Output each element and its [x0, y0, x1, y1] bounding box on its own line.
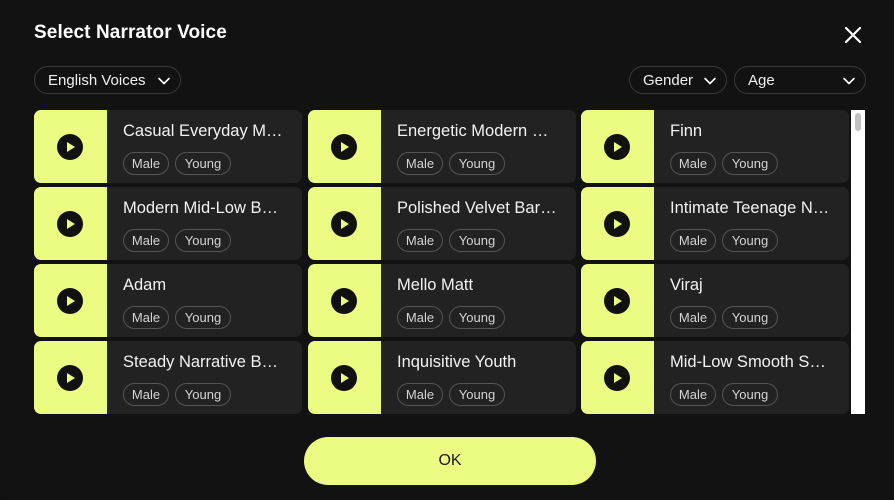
gender-tag: Male [670, 152, 716, 175]
chevron-down-icon [843, 77, 855, 85]
voice-name: Mid-Low Smooth S… [670, 353, 826, 371]
age-tag: Young [449, 383, 505, 406]
gender-tag: Male [397, 152, 443, 175]
gender-tag: Male [397, 383, 443, 406]
close-icon[interactable] [840, 22, 866, 48]
voice-card[interactable]: Inquisitive Youth Male Young [308, 341, 576, 414]
gender-tag: Male [123, 306, 169, 329]
play-icon[interactable] [331, 211, 357, 237]
voice-name: Viraj [670, 276, 703, 294]
gender-tag: Male [123, 152, 169, 175]
voice-card[interactable]: Mid-Low Smooth S… Male Young [581, 341, 849, 414]
play-icon[interactable] [331, 288, 357, 314]
gender-tag: Male [397, 229, 443, 252]
voice-card[interactable]: Adam Male Young [34, 264, 302, 337]
voice-name: Adam [123, 276, 167, 294]
play-icon[interactable] [604, 211, 630, 237]
voice-card[interactable]: Viraj Male Young [581, 264, 849, 337]
play-icon[interactable] [57, 365, 83, 391]
voice-name: Polished Velvet Bar… [397, 199, 557, 217]
scrollbar-thumb[interactable] [855, 113, 861, 131]
voice-card[interactable]: Modern Mid-Low B… Male Young [34, 187, 302, 260]
gender-tag: Male [670, 383, 716, 406]
voice-card[interactable]: Energetic Modern … Male Young [308, 110, 576, 183]
age-tag: Young [722, 229, 778, 252]
voice-name: Steady Narrative B… [123, 353, 278, 371]
voice-card[interactable]: Finn Male Young [581, 110, 849, 183]
age-tag: Young [449, 306, 505, 329]
age-tag: Young [449, 152, 505, 175]
voice-grid: Casual Everyday M… Male Young Energetic … [34, 110, 850, 414]
age-select[interactable]: Age [734, 66, 866, 94]
dialog-title: Select Narrator Voice [34, 22, 227, 43]
play-icon[interactable] [57, 288, 83, 314]
play-icon[interactable] [604, 134, 630, 160]
play-icon[interactable] [57, 211, 83, 237]
age-tag: Young [722, 152, 778, 175]
age-tag: Young [449, 229, 505, 252]
voice-card[interactable]: Mello Matt Male Young [308, 264, 576, 337]
chevron-down-icon [158, 77, 170, 85]
age-tag: Young [175, 306, 231, 329]
gender-tag: Male [123, 383, 169, 406]
scrollbar[interactable] [851, 110, 865, 414]
voice-name: Casual Everyday M… [123, 122, 283, 140]
gender-select-value: Gender [643, 71, 694, 89]
voice-card[interactable]: Polished Velvet Bar… Male Young [308, 187, 576, 260]
voice-dialog: Select Narrator Voice English Voices Gen… [0, 0, 894, 500]
ok-button[interactable]: OK [304, 437, 596, 485]
gender-select[interactable]: Gender [629, 66, 727, 94]
voice-name: Modern Mid-Low B… [123, 199, 278, 217]
voice-card[interactable]: Steady Narrative B… Male Young [34, 341, 302, 414]
voice-card[interactable]: Intimate Teenage N… Male Young [581, 187, 849, 260]
voice-card[interactable]: Casual Everyday M… Male Young [34, 110, 302, 183]
play-icon[interactable] [604, 288, 630, 314]
play-icon[interactable] [331, 134, 357, 160]
play-icon[interactable] [57, 134, 83, 160]
chevron-down-icon [704, 77, 716, 85]
voice-name: Inquisitive Youth [397, 353, 517, 371]
language-select[interactable]: English Voices [34, 66, 181, 94]
age-tag: Young [722, 306, 778, 329]
gender-tag: Male [670, 306, 716, 329]
gender-tag: Male [397, 306, 443, 329]
voice-name: Intimate Teenage N… [670, 199, 830, 217]
gender-tag: Male [123, 229, 169, 252]
language-select-value: English Voices [48, 71, 146, 89]
gender-tag: Male [670, 229, 716, 252]
play-icon[interactable] [331, 365, 357, 391]
voice-name: Finn [670, 122, 703, 140]
age-select-value: Age [748, 71, 775, 89]
age-tag: Young [175, 152, 231, 175]
voice-name: Energetic Modern … [397, 122, 549, 140]
voice-name: Mello Matt [397, 276, 474, 294]
age-tag: Young [722, 383, 778, 406]
age-tag: Young [175, 229, 231, 252]
play-icon[interactable] [604, 365, 630, 391]
age-tag: Young [175, 383, 231, 406]
